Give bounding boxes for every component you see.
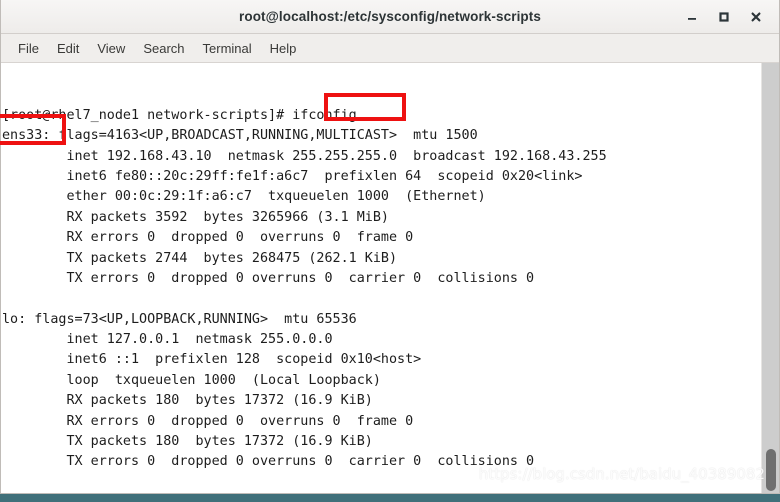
- terminal-line: inet6 fe80::20c:29ff:fe1f:a6c7 prefixlen…: [2, 168, 583, 184]
- terminal-line: lo: flags=73<UP,LOOPBACK,RUNNING> mtu 65…: [2, 311, 357, 327]
- close-button[interactable]: [741, 4, 771, 30]
- terminal-line: RX packets 180 bytes 17372 (16.9 KiB): [2, 393, 373, 409]
- terminal-line: ens33: flags=4163<UP,BROADCAST,RUNNING,M…: [2, 128, 478, 144]
- terminal-line: TX packets 2744 bytes 268475 (262.1 KiB): [2, 250, 398, 266]
- scrollbar-thumb[interactable]: [766, 449, 776, 491]
- menubar: File Edit View Search Terminal Help: [1, 34, 779, 63]
- terminal-line: loop txqueuelen 1000 (Local Loopback): [2, 372, 381, 388]
- terminal-line: TX errors 0 dropped 0 overruns 0 carrier…: [2, 454, 535, 470]
- minimize-button[interactable]: [677, 4, 707, 30]
- window-title: root@localhost:/etc/sysconfig/network-sc…: [239, 9, 541, 24]
- window-titlebar[interactable]: root@localhost:/etc/sysconfig/network-sc…: [1, 0, 779, 34]
- terminal-line: ether 00:0c:29:1f:a6:c7 txqueuelen 1000 …: [2, 189, 486, 205]
- terminal-text: [root@rhel7_node1 network-scripts]# ifco…: [2, 65, 761, 493]
- terminal-line: inet 192.168.43.10 netmask 255.255.255.0…: [2, 148, 607, 164]
- window-controls: [677, 0, 771, 33]
- desktop-background-strip: [0, 494, 780, 502]
- maximize-button[interactable]: [709, 4, 739, 30]
- terminal-line: inet 127.0.0.1 netmask 255.0.0.0: [2, 332, 333, 348]
- terminal-line: TX errors 0 dropped 0 overruns 0 carrier…: [2, 270, 535, 286]
- terminal-line: RX errors 0 dropped 0 overruns 0 frame 0: [2, 413, 414, 429]
- menu-item-file[interactable]: File: [9, 38, 48, 59]
- terminal-line: RX packets 3592 bytes 3265966 (3.1 MiB): [2, 209, 389, 225]
- terminal-line: RX errors 0 dropped 0 overruns 0 frame 0: [2, 230, 414, 246]
- menu-item-terminal[interactable]: Terminal: [194, 38, 261, 59]
- menu-item-edit[interactable]: Edit: [48, 38, 88, 59]
- terminal-line: [root@rhel7_node1 network-scripts]# ifco…: [2, 107, 357, 123]
- terminal-scrollbar[interactable]: [761, 63, 779, 493]
- terminal-line: inet6 ::1 prefixlen 128 scopeid 0x10<hos…: [2, 352, 422, 368]
- terminal-output-area[interactable]: [root@rhel7_node1 network-scripts]# ifco…: [1, 63, 761, 493]
- terminal-body[interactable]: [root@rhel7_node1 network-scripts]# ifco…: [1, 63, 779, 493]
- terminal-window: root@localhost:/etc/sysconfig/network-sc…: [0, 0, 780, 494]
- terminal-line: TX packets 180 bytes 17372 (16.9 KiB): [2, 434, 373, 450]
- menu-item-view[interactable]: View: [88, 38, 134, 59]
- screen: root@localhost:/etc/sysconfig/network-sc…: [0, 0, 780, 502]
- menu-item-help[interactable]: Help: [261, 38, 306, 59]
- menu-item-search[interactable]: Search: [134, 38, 193, 59]
